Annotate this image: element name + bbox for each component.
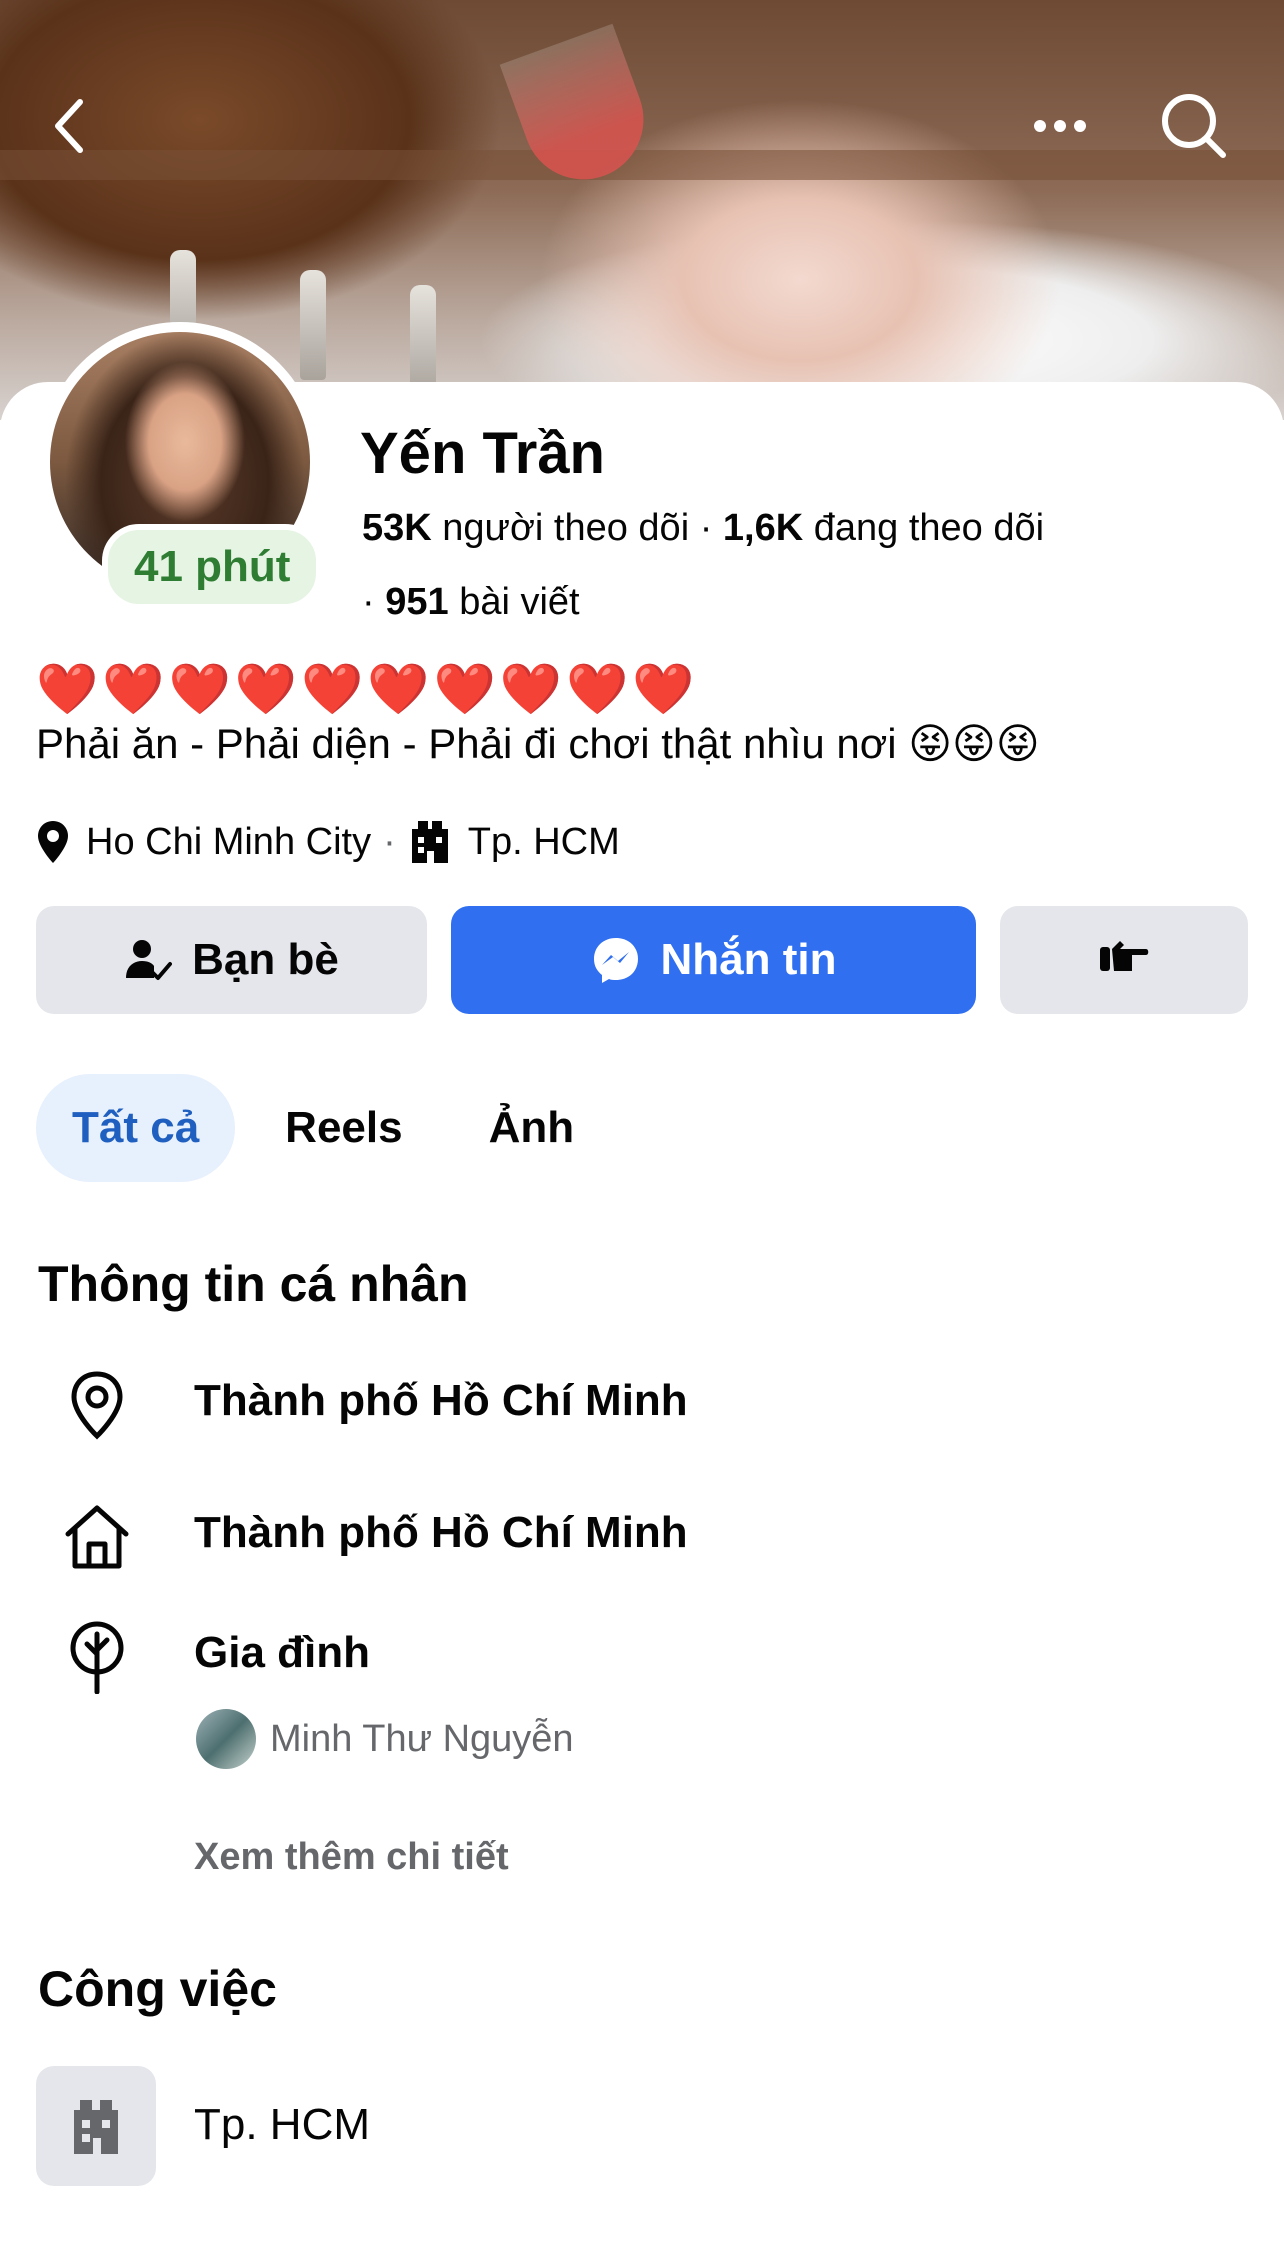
building-icon: [408, 819, 452, 865]
friend-check-icon: [124, 936, 173, 984]
personal-info-title: Thông tin cá nhân: [38, 1256, 469, 1312]
stats-separator: ·: [362, 581, 386, 623]
intro-separator: ·: [383, 820, 396, 863]
family-member-name: Minh Thư Nguyễn: [270, 1717, 574, 1760]
hometown-row[interactable]: Thành phố Hồ Chí Minh: [0, 1492, 1284, 1582]
friends-button[interactable]: Bạn bè: [36, 906, 427, 1014]
search-icon: [1162, 94, 1226, 158]
poke-hand-icon: [1098, 935, 1150, 986]
active-status-badge: 41 phút: [102, 524, 323, 610]
poke-button[interactable]: [1000, 906, 1248, 1014]
bio-text: Phải ăn - Phải diện - Phải đi chơi thật …: [36, 720, 1040, 767]
family-member-avatar: [196, 1709, 256, 1769]
back-button[interactable]: [34, 90, 106, 162]
posts-stats: · 951 bài viết: [362, 577, 580, 627]
hometown-text: Thành phố Hồ Chí Minh: [194, 1508, 688, 1557]
tab-all[interactable]: Tất cả: [36, 1074, 236, 1182]
chevron-left-icon: [55, 99, 83, 153]
see-more-link[interactable]: Xem thêm chi tiết: [194, 1836, 509, 1879]
family-row: Gia đình: [0, 1612, 1284, 1702]
followers-label[interactable]: người theo dõi: [442, 507, 689, 549]
following-count[interactable]: 1,6K: [723, 507, 803, 549]
followers-count[interactable]: 53K: [362, 507, 432, 549]
location-text[interactable]: Ho Chi Minh City: [86, 821, 371, 864]
messenger-icon: [591, 935, 641, 985]
map-pin-icon: [36, 819, 70, 865]
family-label: Gia đình: [194, 1628, 370, 1677]
profile-name: Yến Trần: [360, 421, 605, 486]
work-icon-box: [36, 2066, 156, 2186]
tab-photos[interactable]: Ảnh: [453, 1074, 611, 1182]
friends-button-label: Bạn bè: [192, 935, 339, 984]
follow-stats: 53K người theo dõi · 1,6K đang theo dõi: [362, 503, 1044, 553]
bio-hearts: ❤️❤️❤️❤️❤️❤️❤️❤️❤️❤️: [36, 661, 699, 717]
home-icon: [60, 1500, 134, 1574]
family-member[interactable]: Minh Thư Nguyễn: [196, 1706, 574, 1772]
workplace-text[interactable]: Tp. HCM: [468, 821, 620, 864]
more-options-button[interactable]: [1024, 90, 1096, 162]
posts-label: bài viết: [459, 581, 580, 623]
intro-row: Ho Chi Minh City · Tp. HCM: [36, 815, 620, 869]
map-pin-outline-icon: [60, 1368, 134, 1442]
message-button-label: Nhắn tin: [660, 935, 837, 984]
current-city-text: Thành phố Hồ Chí Minh: [194, 1376, 688, 1425]
current-city-row[interactable]: Thành phố Hồ Chí Minh: [0, 1360, 1284, 1450]
message-button[interactable]: Nhắn tin: [451, 906, 976, 1014]
stats-separator: ·: [699, 507, 723, 549]
tab-reels[interactable]: Reels: [249, 1074, 438, 1182]
following-label[interactable]: đang theo dõi: [814, 507, 1044, 549]
work-place-text[interactable]: Tp. HCM: [194, 2100, 370, 2150]
cover-bottle: [300, 270, 326, 380]
family-tree-icon: [60, 1620, 134, 1694]
ellipsis-icon: [1034, 120, 1086, 132]
posts-count: 951: [385, 581, 449, 623]
work-title: Công việc: [38, 1961, 277, 2017]
search-button[interactable]: [1158, 90, 1230, 162]
cover-bottle: [410, 285, 436, 395]
building-icon: [74, 2100, 118, 2154]
profile-tabs: Tất cả Reels Ảnh: [36, 1074, 624, 1182]
